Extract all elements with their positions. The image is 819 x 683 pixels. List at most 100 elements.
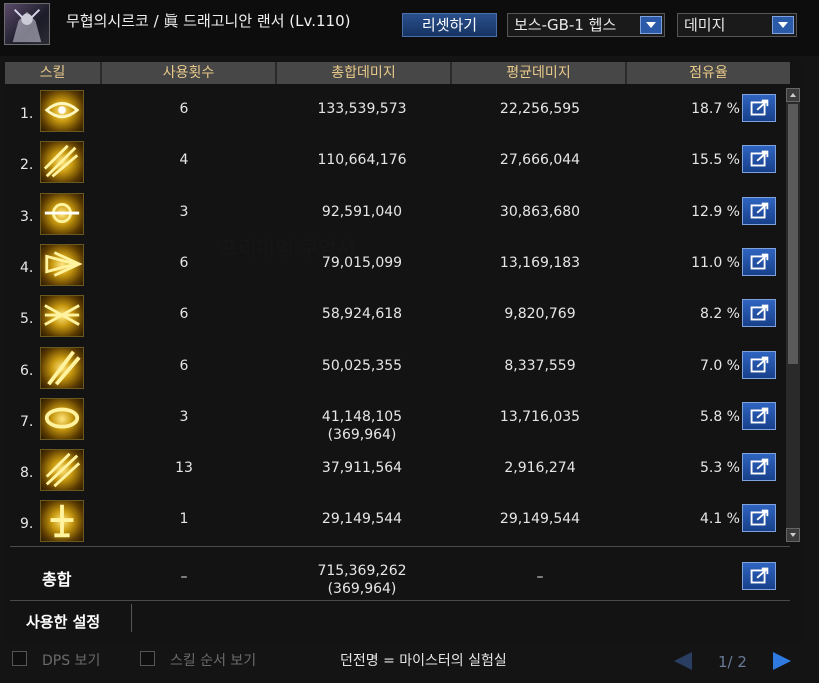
row-average-damage: 13,716,035: [499, 408, 581, 425]
row-average-damage: 27,666,044: [499, 152, 581, 169]
row-share-button[interactable]: [742, 453, 776, 482]
table-header: 스킬 사용횟수 총합데미지 평균데미지 점유율: [5, 62, 790, 84]
row-share-button[interactable]: [742, 299, 776, 328]
total-share-button[interactable]: [742, 562, 776, 590]
row-share: 12.9 %: [691, 203, 740, 220]
row-share: 5.3 %: [699, 460, 740, 477]
row-total-damage: 133,539,573: [272, 100, 452, 118]
dps-view-label: DPS 보기: [42, 653, 101, 669]
row-share: 4.1 %: [699, 511, 740, 528]
metric-select-value: 데미지: [684, 16, 726, 34]
skill-2-icon: [40, 141, 84, 184]
divider: [131, 604, 132, 632]
dungeon-select[interactable]: 보스-GB-1 헵스: [507, 13, 665, 37]
skill-order-checkbox[interactable]: [140, 651, 155, 666]
row-share: 15.5 %: [691, 152, 740, 169]
share-icon: [750, 510, 769, 526]
total-damage: 715,369,262 (369,964): [272, 562, 452, 598]
page-indicator: 1/ 2: [718, 653, 747, 671]
row-rank: 6.: [20, 362, 34, 379]
row-total-value: 41,148,105: [321, 408, 403, 425]
table-row: 4. 6 79,015,099 13,169,183 11.0 %: [10, 240, 785, 290]
dps-view-checkbox[interactable]: [12, 651, 27, 666]
row-uses: 3: [179, 408, 189, 425]
row-total-damage: 58,924,618: [272, 305, 452, 323]
row-share: 7.0 %: [699, 357, 740, 374]
row-total-value: 133,539,573: [317, 101, 407, 117]
row-total-value: 92,591,040: [321, 203, 403, 220]
table-row: 9. 1 29,149,544 29,149,544 4.1 %: [10, 496, 785, 546]
row-share-button[interactable]: [742, 504, 776, 533]
row-average-damage: 22,256,595: [499, 101, 581, 117]
total-damage-sub: (369,964): [327, 581, 397, 597]
row-uses: 6: [179, 101, 189, 117]
skill-5-icon: [40, 295, 84, 338]
character-portrait: [4, 3, 50, 45]
scrollbar[interactable]: [786, 88, 800, 542]
table-row: 5. 6 58,924,618 9,820,769 8.2 %: [10, 291, 785, 341]
row-uses: 3: [179, 203, 189, 220]
share-icon: [750, 356, 769, 372]
dungeon-name: 던전명 = 마이스터의 실험실: [340, 653, 507, 669]
total-damage-value: 715,369,262: [317, 563, 407, 579]
prev-page-icon[interactable]: [674, 652, 692, 670]
table-row: 6. 6 50,025,355 8,337,559 7.0 %: [10, 343, 785, 393]
row-uses: 4: [179, 152, 189, 169]
row-share: 11.0 %: [691, 254, 740, 271]
dungeon-select-value: 보스-GB-1 헵스: [514, 16, 617, 34]
chevron-down-icon[interactable]: [772, 16, 794, 34]
divider: [10, 600, 790, 601]
next-page-icon[interactable]: [773, 652, 791, 670]
chevron-down-icon[interactable]: [640, 16, 662, 34]
row-uses: 13: [175, 460, 193, 477]
share-icon: [750, 150, 769, 167]
scrollbar-thumb[interactable]: [788, 104, 798, 364]
skill-9-icon: [40, 500, 84, 543]
row-share: 18.7 %: [691, 101, 740, 117]
row-total-value: 50,025,355: [321, 357, 403, 374]
row-share-button[interactable]: [742, 94, 776, 122]
row-total-value: 58,924,618: [321, 306, 403, 323]
column-header-total: 총합데미지: [277, 62, 452, 84]
row-share: 8.2 %: [699, 306, 740, 323]
row-rank: 2.: [20, 157, 34, 174]
scroll-down-icon[interactable]: [786, 528, 800, 542]
row-total-damage: 29,149,544: [272, 510, 452, 528]
row-share-button[interactable]: [742, 145, 776, 174]
share-icon: [750, 253, 769, 270]
scroll-up-icon[interactable]: [786, 88, 800, 102]
total-uses: –: [180, 569, 188, 585]
row-average-damage: 9,820,769: [504, 306, 576, 323]
column-header-average: 평균데미지: [452, 62, 627, 84]
reset-button[interactable]: 리셋하기: [402, 13, 497, 37]
column-header-skill: 스킬: [5, 62, 102, 84]
table-row: 1. 6 133,539,573 22,256,595 18.7 %: [10, 86, 785, 136]
share-icon: [750, 99, 769, 116]
row-total-value: 79,015,099: [321, 254, 403, 271]
row-rank: 3.: [20, 208, 34, 225]
row-total-damage: 37,911,564: [272, 459, 452, 477]
share-icon: [750, 202, 769, 219]
row-share-button[interactable]: [742, 401, 776, 430]
row-share-button[interactable]: [742, 350, 776, 379]
share-icon: [750, 407, 769, 424]
share-icon: [750, 458, 769, 475]
skill-6-icon: [40, 346, 84, 389]
row-uses: 6: [179, 254, 189, 271]
row-total-sub: (369,964): [327, 426, 397, 443]
row-share-button[interactable]: [742, 196, 776, 225]
skill-3-icon: [40, 192, 84, 235]
row-total-value: 29,149,544: [321, 511, 403, 528]
window-header: 무협의시르코 / 眞 드래고니안 랜서 (Lv.110) 리셋하기 보스-GB-…: [0, 0, 819, 56]
row-rank: 1.: [20, 106, 34, 122]
row-average-damage: 30,863,680: [499, 203, 581, 220]
metric-select[interactable]: 데미지: [677, 13, 797, 37]
row-share-button[interactable]: [742, 247, 776, 276]
row-total-damage: 92,591,040: [272, 203, 452, 221]
total-average: –: [536, 569, 544, 585]
row-total-damage: 79,015,099: [272, 254, 452, 272]
share-icon: [750, 567, 769, 584]
table-row: 3. 3 92,591,040 30,863,680 12.9 %: [10, 189, 785, 239]
total-label: 총합: [42, 570, 72, 589]
row-rank: 9.: [20, 516, 34, 533]
